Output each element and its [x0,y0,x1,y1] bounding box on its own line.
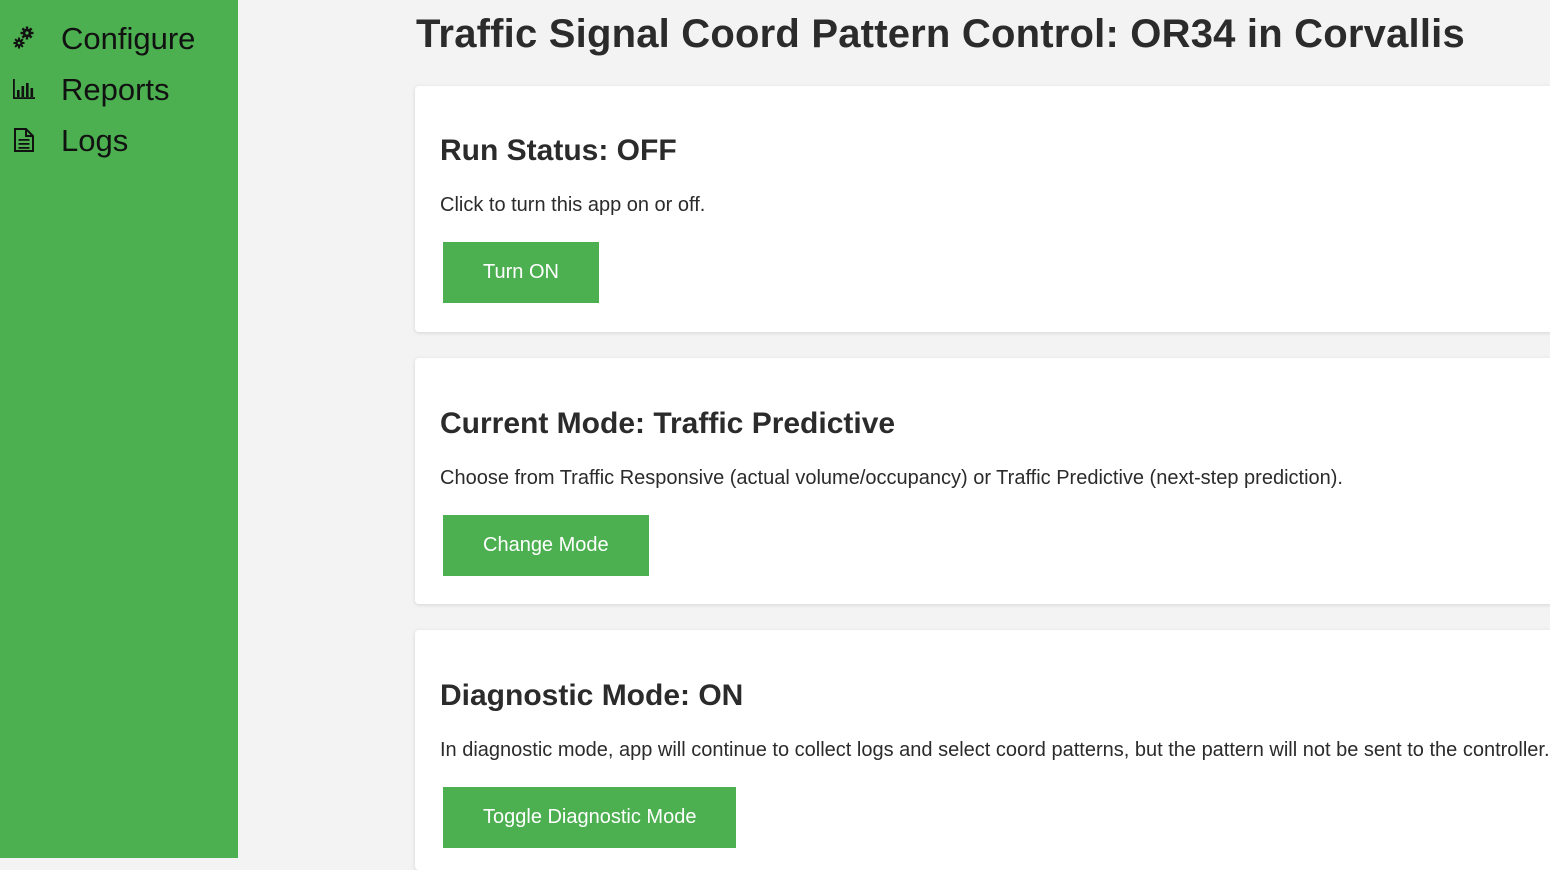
turn-on-button[interactable]: Turn ON [443,242,599,303]
toggle-diagnostic-mode-button[interactable]: Toggle Diagnostic Mode [443,787,737,848]
sidebar-item-label: Configure [61,20,196,56]
bar-chart-icon [12,75,36,103]
run-status-description: Click to turn this app on or off. [440,194,706,216]
page-title: Traffic Signal Coord Pattern Control: OR… [416,12,1465,56]
run-status-card: Run Status: OFF Click to turn this app o… [415,86,1550,332]
change-mode-button[interactable]: Change Mode [443,515,649,576]
sidebar-item-label: Logs [61,122,129,158]
diagnostic-mode-card: Diagnostic Mode: ON In diagnostic mode, … [415,630,1550,870]
current-mode-card: Current Mode: Traffic Predictive Choose … [415,358,1550,604]
main-content: Traffic Signal Coord Pattern Control: OR… [238,0,1550,870]
diagnostic-mode-heading: Diagnostic Mode: ON [440,679,744,712]
sidebar-item-label: Reports [61,71,170,107]
sidebar-item-reports[interactable]: Reports [0,67,238,111]
sidebar-item-logs[interactable]: Logs [0,118,238,162]
run-status-heading: Run Status: OFF [440,134,677,167]
diagnostic-mode-description: In diagnostic mode, app will continue to… [440,739,1550,761]
current-mode-description: Choose from Traffic Responsive (actual v… [440,467,1343,489]
gears-icon [12,24,36,52]
document-icon [12,126,36,154]
sidebar-item-configure[interactable]: Configure [0,16,238,60]
current-mode-heading: Current Mode: Traffic Predictive [440,407,896,440]
sidebar: Configure Reports Logs [0,0,238,858]
